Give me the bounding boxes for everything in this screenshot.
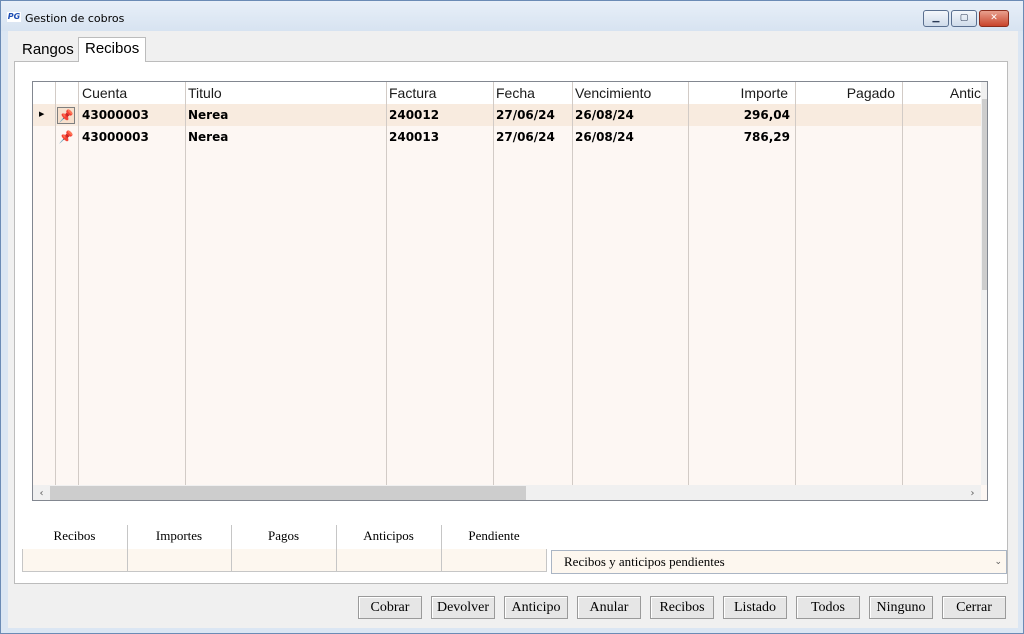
tab-rangos[interactable]: Rangos [16, 40, 78, 61]
recibos-panel: Cuenta Titulo Factura Fecha Vencimiento … [14, 61, 1008, 584]
summary-header-recibos: Recibos [22, 525, 127, 549]
summary-header-importes: Importes [127, 525, 231, 549]
cell-titulo: Nerea [188, 108, 229, 122]
cell-vencimiento: 26/08/24 [575, 130, 634, 144]
summary-header-pagos: Pagos [231, 525, 336, 549]
column-divider [902, 82, 903, 500]
totals-summary: Recibos Importes Pagos Anticipos Pendien… [22, 525, 547, 576]
cobrar-button[interactable]: Cobrar [358, 596, 422, 619]
summary-divider [441, 525, 442, 572]
grid-header: Cuenta Titulo Factura Fecha Vencimiento … [33, 82, 981, 104]
table-row[interactable]: 📌 43000003 Nerea 240013 27/06/24 26/08/2… [33, 126, 981, 148]
column-header-pagado[interactable]: Pagado [795, 82, 901, 104]
tab-recibos[interactable]: Recibos [78, 37, 146, 62]
cell-importe: 786,29 [743, 130, 790, 144]
client-area: Rangos Recibos Cuenta Titulo Factura Fec… [8, 31, 1018, 628]
scroll-down-icon[interactable]: ⌄ [981, 468, 987, 485]
horizontal-scrollbar[interactable]: ‹ › [33, 485, 981, 500]
column-divider [55, 82, 56, 500]
receipt-filter-select[interactable]: Recibos y anticipos pendientes ⌄ [551, 550, 1007, 574]
cell-fecha: 27/06/24 [496, 130, 555, 144]
column-header-titulo[interactable]: Titulo [185, 82, 385, 104]
summary-divider [127, 525, 128, 572]
column-header-importe[interactable]: Importe [688, 82, 794, 104]
summary-header-anticipos: Anticipos [336, 525, 441, 549]
minimize-button[interactable]: ▁ [923, 10, 949, 27]
cell-titulo: Nerea [188, 130, 229, 144]
row-pointer-icon: ▶ [39, 111, 45, 118]
column-divider [386, 82, 387, 500]
pin-icon[interactable]: 📌 [57, 129, 75, 146]
anular-button[interactable]: Anular [577, 596, 641, 619]
summary-value-recibos [22, 549, 127, 572]
cell-factura: 240012 [389, 108, 440, 122]
summary-header-pendiente: Pendiente [441, 525, 547, 549]
cell-anticipo [902, 126, 981, 148]
column-divider [78, 82, 79, 500]
summary-value-anticipos [336, 549, 441, 572]
devolver-button[interactable]: Devolver [431, 596, 495, 619]
anticipo-button[interactable]: Anticipo [504, 596, 568, 619]
column-header-cuenta[interactable]: Cuenta [79, 82, 185, 104]
cerrar-button[interactable]: Cerrar [942, 596, 1006, 619]
recibos-button[interactable]: Recibos [650, 596, 714, 619]
column-header-factura[interactable]: Factura [386, 82, 492, 104]
pin-icon[interactable]: 📌 [57, 107, 75, 124]
cell-pagado [795, 126, 901, 148]
column-header-fecha[interactable]: Fecha [493, 82, 571, 104]
column-header-vencimiento[interactable]: Vencimiento [572, 82, 687, 104]
summary-value-pagos [231, 549, 336, 572]
chevron-down-icon[interactable]: ⌄ [994, 551, 1002, 573]
summary-value-pendiente [441, 549, 547, 572]
title-bar[interactable]: PG Gestion de cobros ▁ ▢ ✕ [1, 1, 1023, 31]
summary-divider [336, 525, 337, 572]
scroll-right-icon[interactable]: › [964, 485, 981, 500]
column-header-anticipo[interactable]: Antic [902, 82, 981, 104]
listado-button[interactable]: Listado [723, 596, 787, 619]
close-window-button[interactable]: ✕ [979, 10, 1009, 27]
scroll-up-icon[interactable]: ⌃ [981, 82, 987, 99]
column-divider [185, 82, 186, 500]
scroll-left-icon[interactable]: ‹ [33, 485, 50, 500]
vertical-scroll-thumb[interactable] [982, 99, 987, 290]
vertical-scrollbar[interactable]: ⌃ ⌄ [981, 82, 987, 485]
cell-vencimiento: 26/08/24 [575, 108, 634, 122]
column-divider [493, 82, 494, 500]
app-logo-icon: PG [7, 12, 21, 22]
horizontal-scroll-thumb[interactable] [50, 486, 526, 500]
cell-factura: 240013 [389, 130, 440, 144]
todos-button[interactable]: Todos [796, 596, 860, 619]
window-title: Gestion de cobros [25, 12, 125, 25]
column-divider [572, 82, 573, 500]
cell-cuenta: 43000003 [82, 130, 149, 144]
column-divider [688, 82, 689, 500]
filter-selected-value: Recibos y anticipos pendientes [564, 554, 725, 569]
cell-anticipo [902, 104, 981, 126]
cell-pagado [795, 104, 901, 126]
maximize-button[interactable]: ▢ [951, 10, 977, 27]
cell-fecha: 27/06/24 [496, 108, 555, 122]
summary-divider [231, 525, 232, 572]
summary-value-importes [127, 549, 231, 572]
receipts-grid[interactable]: Cuenta Titulo Factura Fecha Vencimiento … [32, 81, 988, 501]
main-window: PG Gestion de cobros ▁ ▢ ✕ Rangos Recibo… [0, 0, 1024, 634]
cell-importe: 296,04 [743, 108, 790, 122]
column-divider [795, 82, 796, 500]
table-row[interactable]: ▶ 📌 43000003 Nerea 240012 27/06/24 26/08… [33, 104, 981, 126]
ninguno-button[interactable]: Ninguno [869, 596, 933, 619]
cell-cuenta: 43000003 [82, 108, 149, 122]
